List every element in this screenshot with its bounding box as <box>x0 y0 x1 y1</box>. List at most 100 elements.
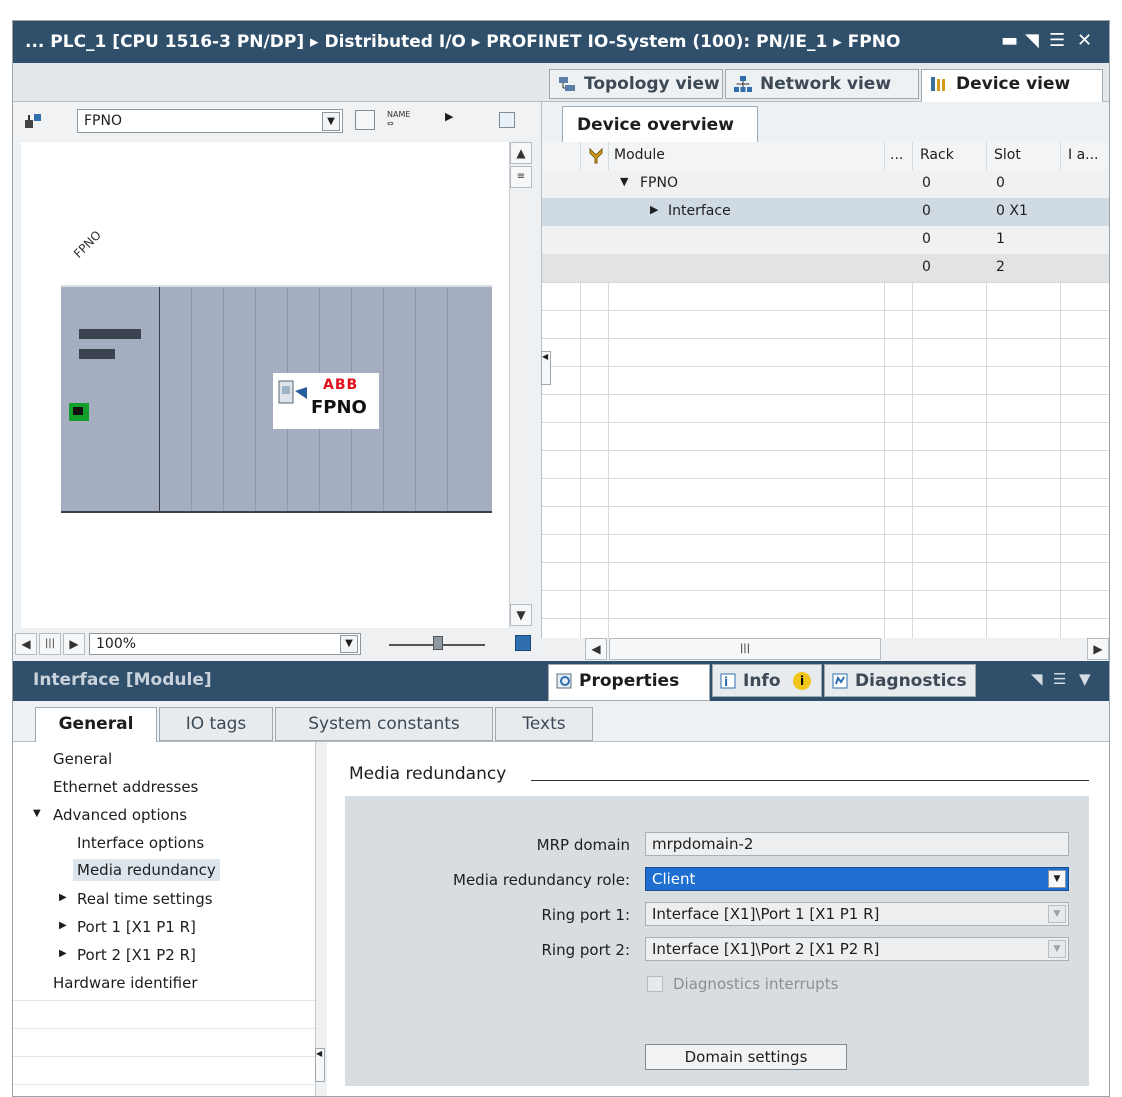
chevron-down-icon[interactable]: ▼ <box>1048 905 1066 923</box>
ring-port2-select[interactable]: Interface [X1]\Port 2 [X1 P2 R] ▼ <box>645 937 1069 961</box>
device-rack[interactable]: ABB FPNO <box>61 285 492 513</box>
nav-real-time-settings[interactable]: Real time settings <box>77 890 213 908</box>
nav-general[interactable]: General <box>53 750 112 768</box>
collapse-icon[interactable]: ▼ <box>33 808 41 819</box>
tab-diagnostics[interactable]: Diagnostics <box>824 664 976 697</box>
svg-text:i: i <box>724 675 728 689</box>
device-overview-pane: Device overview Module ... Rack Slot I a… <box>541 102 1109 658</box>
inspector-bar: Interface [Module] Properties i Info i D… <box>13 661 1109 701</box>
col-slot[interactable]: Slot <box>994 147 1021 163</box>
scroll-right-icon[interactable]: ▶ <box>63 633 85 655</box>
media-redundancy-role-select[interactable]: Client ▼ <box>645 867 1069 891</box>
tab-device-overview[interactable]: Device overview <box>562 106 758 142</box>
nav-port-1[interactable]: Port 1 [X1 P1 R] <box>77 918 196 936</box>
table-row[interactable]: 0 2 <box>542 254 1109 283</box>
io-range-icon[interactable] <box>355 110 375 130</box>
zoom-select[interactable]: 100% ▼ <box>89 633 361 655</box>
role-label: Media redundancy role: <box>453 871 630 889</box>
ring-port1-select[interactable]: Interface [X1]\Port 1 [X1 P1 R] ▼ <box>645 902 1069 926</box>
nav-port-2[interactable]: Port 2 [X1 P2 R] <box>77 946 196 964</box>
chevron-down-icon[interactable]: ▼ <box>340 635 358 653</box>
col-rack[interactable]: Rack <box>920 147 954 163</box>
zoom-slider[interactable] <box>389 636 485 650</box>
abb-logo: ABB <box>323 377 359 393</box>
canvas-vertical-scrollbar[interactable]: ▲ ≡ ▼ <box>509 142 534 628</box>
device-icon <box>931 77 945 91</box>
expand-icon[interactable]: ▶ <box>59 920 67 931</box>
col-more[interactable]: ... <box>890 147 903 163</box>
port-icon[interactable] <box>69 403 89 421</box>
chevron-down-icon[interactable]: ▼ <box>1048 940 1066 958</box>
expand-icon[interactable]: ▶ <box>650 203 658 216</box>
properties-icon <box>556 673 572 689</box>
mrp-domain-field[interactable]: mrpdomain-2 <box>645 832 1069 856</box>
expand-icon[interactable]: ▶ <box>59 892 67 903</box>
tab-network-view[interactable]: Network view <box>725 69 919 99</box>
restore-icon[interactable]: ◥ <box>1025 30 1039 51</box>
diagnostics-interrupts-checkbox[interactable] <box>647 976 663 992</box>
hscroll-thumb[interactable]: ||| <box>39 633 61 655</box>
restore-icon[interactable]: ◥ <box>1031 670 1043 688</box>
scroll-thumb[interactable]: ≡ <box>510 166 532 188</box>
device-view-toolbar: FPNO ▼ NAME ⇔ ▶ <box>13 102 538 140</box>
tab-topology-view[interactable]: Topology view <box>549 69 723 99</box>
nav-interface-options[interactable]: Interface options <box>77 834 204 852</box>
nav-ethernet-addresses[interactable]: Ethernet addresses <box>53 778 198 796</box>
scroll-up-icon[interactable]: ▲ <box>510 142 532 164</box>
table-horizontal-scrollbar[interactable]: ◀ ||| ▶ <box>541 638 1109 660</box>
diagnostics-icon <box>832 673 848 689</box>
tab-texts[interactable]: Texts <box>495 707 593 741</box>
network-icon <box>734 76 752 92</box>
overview-navigator-icon[interactable] <box>515 635 531 651</box>
properties-content: Media redundancy MRP domain mrpdomain-2 … <box>327 742 1109 1096</box>
overview-toggle-icon[interactable] <box>499 112 515 128</box>
nav-hardware-identifier[interactable]: Hardware identifier <box>53 974 198 992</box>
tab-properties[interactable]: Properties <box>548 664 710 701</box>
tab-device-view[interactable]: Device view <box>921 69 1103 102</box>
close-icon[interactable]: ✕ <box>1077 30 1092 51</box>
module-fpno[interactable]: ABB FPNO <box>273 373 379 429</box>
col-io-address[interactable]: I a... <box>1068 147 1099 163</box>
device-overview-table: Module ... Rack Slot I a... ▼ FPNO 0 0 ▶… <box>542 142 1109 640</box>
tab-info[interactable]: i Info i <box>712 664 822 697</box>
table-row[interactable]: 0 1 <box>542 226 1109 255</box>
minimize-icon[interactable]: ▬ <box>1001 30 1018 51</box>
domain-settings-button[interactable]: Domain settings <box>645 1044 847 1070</box>
info-badge-icon: i <box>793 672 811 690</box>
scroll-down-icon[interactable]: ▼ <box>510 604 532 626</box>
ring-port1-label: Ring port 1: <box>541 906 631 924</box>
title-bar: ... PLC_1 [CPU 1516-3 PN/DP] ▸ Distribut… <box>13 21 1109 63</box>
splitter-handle[interactable]: ◀ <box>315 1048 325 1082</box>
expand-icon[interactable]: ▶ <box>59 948 67 959</box>
inspector-subtabs: General IO tags System constants Texts <box>13 701 1109 742</box>
tool-icon <box>589 147 603 164</box>
topology-icon <box>559 77 575 91</box>
device-select[interactable]: FPNO ▼ <box>77 109 343 133</box>
chevron-down-icon[interactable]: ▼ <box>1079 670 1091 688</box>
properties-nav: General Ethernet addresses ▼ Advanced op… <box>13 742 315 1096</box>
nav-media-redundancy[interactable]: Media redundancy <box>73 859 220 881</box>
scroll-left-icon[interactable]: ◀ <box>15 633 37 655</box>
more-tools-icon[interactable]: ▶ <box>445 110 453 123</box>
hscroll-thumb[interactable]: ||| <box>609 638 881 660</box>
tab-io-tags[interactable]: IO tags <box>159 707 273 741</box>
col-module[interactable]: Module <box>614 147 665 163</box>
diagnostics-interrupts-label: Diagnostics interrupts <box>673 975 839 993</box>
splitter-handle[interactable]: ◀ <box>541 351 551 385</box>
chevron-down-icon[interactable]: ▼ <box>322 112 340 131</box>
connect-icon[interactable] <box>23 112 43 130</box>
tab-general[interactable]: General <box>35 707 157 742</box>
scroll-right-icon[interactable]: ▶ <box>1087 638 1109 660</box>
nav-advanced-options[interactable]: Advanced options <box>53 806 187 824</box>
status-bar-2 <box>79 349 115 359</box>
scroll-left-icon[interactable]: ◀ <box>585 638 607 660</box>
table-header: Module ... Rack Slot I a... <box>542 142 1109 171</box>
menu-icon[interactable]: ☰ <box>1053 670 1066 688</box>
chevron-down-icon[interactable]: ▼ <box>1048 870 1066 888</box>
collapse-icon[interactable]: ▼ <box>620 175 628 188</box>
name-icon[interactable]: NAME ⇔ <box>387 110 413 130</box>
tab-system-constants[interactable]: System constants <box>275 707 493 741</box>
table-row[interactable]: ▼ FPNO 0 0 <box>542 170 1109 199</box>
menu-icon[interactable]: ☰ <box>1049 30 1065 51</box>
table-row-selected[interactable]: ▶ Interface 0 0 X1 <box>542 198 1109 227</box>
